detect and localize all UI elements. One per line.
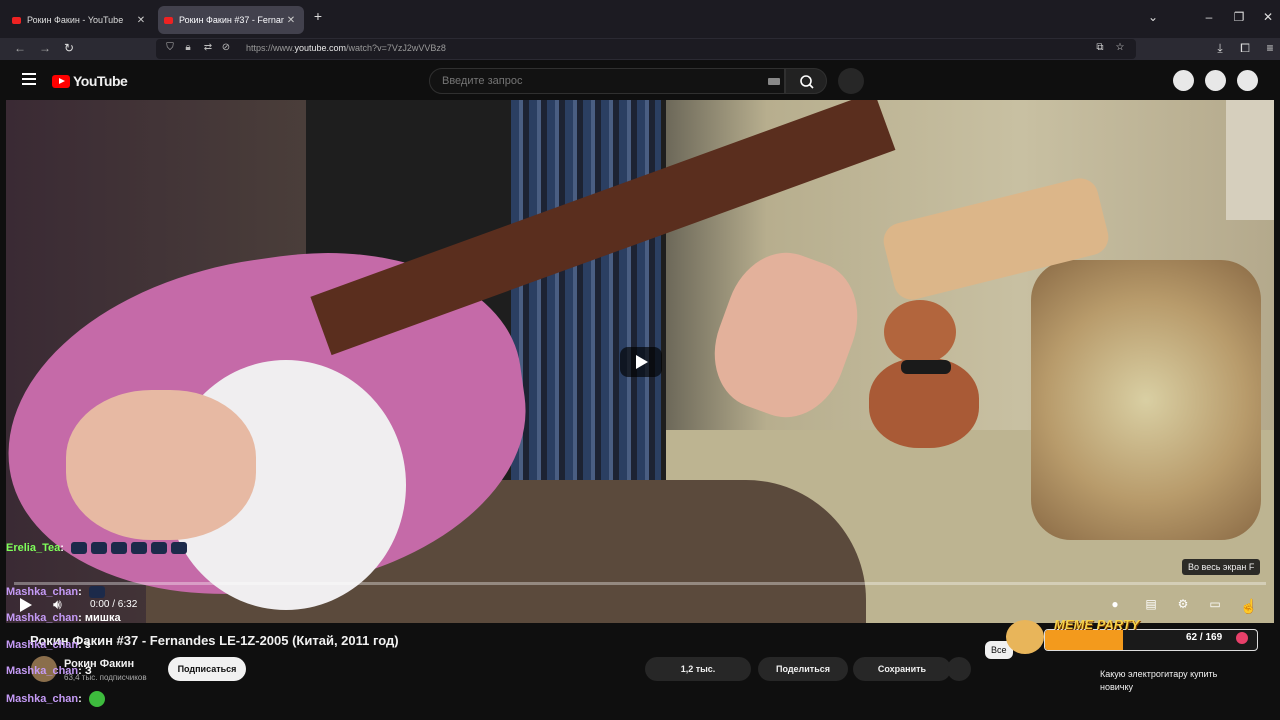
mouse-pointer-icon: ☝ — [1240, 598, 1258, 614]
recommended-video-title[interactable]: Какую электрогитару купить новичку — [1100, 668, 1250, 694]
browser-nav-bar: ← → ↻ ⛉ 🔒︎ ⇄ ⊘ https://www.youtube.com/w… — [0, 38, 1280, 60]
emote-icon — [88, 586, 105, 599]
url-text[interactable]: https://www.youtube.com/watch?v=7VzJ2wVV… — [246, 43, 446, 53]
lock-icon[interactable]: 🔒︎ — [180, 42, 196, 53]
minimize-icon[interactable]: – — [1199, 10, 1219, 24]
reload-icon[interactable]: ↻ — [61, 41, 77, 55]
settings-gear-icon[interactable]: ⚙ — [1174, 597, 1192, 611]
youtube-header: YouTube — [6, 62, 1274, 100]
tab-title: Рокин Факин - YouTube — [27, 15, 124, 25]
picture-in-picture-icon[interactable]: ⧉ — [1092, 42, 1108, 53]
save-button[interactable]: Сохранить — [853, 657, 951, 681]
guitar-emote-icon — [150, 542, 167, 555]
bookmark-star-icon[interactable]: ☆ — [1112, 42, 1128, 53]
address-bar[interactable]: ⛉ 🔒︎ ⇄ ⊘ https://www.youtube.com/watch?v… — [156, 39, 1136, 59]
notifications-icon[interactable] — [1205, 70, 1226, 91]
green-emote-icon — [88, 691, 105, 707]
permissions-icon[interactable]: ⇄ — [200, 42, 216, 53]
volume-icon[interactable]: 🔊︎ — [53, 596, 62, 613]
forward-arrow-icon[interactable]: → — [37, 41, 53, 55]
guitar-emote-icon — [90, 542, 107, 555]
search-box[interactable] — [429, 68, 785, 94]
hamburger-menu-icon[interactable] — [22, 73, 36, 88]
meme-party-widget: MEME PARTY 62 / 169 — [1004, 617, 1258, 656]
create-icon[interactable] — [1173, 70, 1194, 91]
extensions-icon[interactable]: ⧠ — [1237, 41, 1253, 56]
more-actions-button[interactable] — [947, 657, 971, 681]
video-frame-left-hand — [697, 237, 875, 433]
maximize-icon[interactable]: ❐ — [1229, 10, 1249, 24]
subscribe-button[interactable]: Подписаться — [168, 657, 246, 681]
guitar-emote-icon — [130, 542, 147, 555]
chat-message: Mashka_chan: мишка — [6, 612, 121, 624]
download-icon[interactable]: ⤓ — [1212, 41, 1228, 56]
new-tab-icon[interactable]: + — [308, 8, 328, 24]
subtitles-icon[interactable]: ▤ — [1142, 597, 1160, 611]
youtube-play-logo-icon — [52, 74, 70, 88]
guitar-emote-icon — [110, 542, 127, 555]
shield-icon[interactable]: ⛉ — [162, 42, 178, 53]
autoplay-toggle-icon[interactable]: ● — [1106, 597, 1124, 611]
youtube-favicon-icon — [164, 16, 173, 24]
logo-text: YouTube — [73, 73, 128, 89]
chat-message: Mashka_chan: — [6, 691, 105, 707]
search-input[interactable] — [440, 74, 744, 88]
fullscreen-tooltip: Во весь экран F — [1182, 559, 1261, 575]
guitar-emote-icon — [70, 542, 87, 555]
chevron-down-icon[interactable]: ⌄ — [1143, 10, 1163, 24]
keyboard-icon[interactable] — [768, 78, 780, 85]
time-display: 0:00 / 6:32 — [90, 599, 138, 610]
chat-message: Mashka_chan: — [6, 586, 105, 599]
meme-party-progress-bar — [1044, 629, 1258, 651]
meme-party-label: MEME PARTY — [1054, 617, 1140, 632]
play-icon[interactable] — [20, 598, 32, 612]
avatar[interactable] — [1237, 70, 1258, 91]
video-frame-teddy-bear — [851, 300, 996, 460]
browser-tab-video[interactable]: Рокин Факин #37 - Fernandes ✕ — [158, 6, 304, 34]
search-icon — [800, 75, 814, 89]
chat-message: Mashka_chan: з — [6, 639, 91, 651]
video-frame-wall — [1226, 100, 1274, 220]
menu-icon[interactable]: ≡ — [1262, 41, 1278, 55]
search-button[interactable] — [785, 68, 827, 94]
share-button[interactable]: Поделиться — [758, 657, 848, 681]
youtube-favicon-icon — [12, 16, 21, 24]
progress-bar[interactable] — [14, 582, 1266, 585]
meme-party-progress-fill — [1045, 630, 1123, 650]
voice-search-button[interactable] — [838, 68, 864, 94]
close-tab-icon[interactable]: ✕ — [284, 15, 298, 26]
close-window-icon[interactable]: ✕ — [1258, 10, 1278, 24]
video-frame-right-hand — [66, 390, 256, 540]
big-play-button[interactable] — [620, 347, 662, 377]
meme-party-count: 62 / 169 — [1186, 632, 1223, 643]
badge-icon — [1236, 632, 1248, 644]
like-button[interactable]: 1,2 тыс. — [645, 657, 751, 681]
chat-message: Mashka_chan: З — [6, 665, 92, 677]
video-frame-pillow — [1031, 260, 1261, 540]
browser-tab-channel[interactable]: Рокин Факин - YouTube ✕ — [6, 6, 154, 34]
doge-icon — [1006, 620, 1044, 654]
browser-tab-bar: Рокин Факин - YouTube ✕ Рокин Факин #37 … — [0, 0, 1280, 38]
guitar-emote-icon — [170, 542, 187, 555]
tab-title: Рокин Факин #37 - Fernandes — [179, 15, 284, 25]
tracking-icon[interactable]: ⊘ — [218, 42, 234, 53]
theater-mode-icon[interactable]: ▭ — [1206, 597, 1224, 611]
back-arrow-icon[interactable]: ← — [12, 41, 28, 55]
youtube-logo[interactable]: YouTube — [52, 73, 128, 89]
close-tab-icon[interactable]: ✕ — [134, 15, 148, 26]
chat-message: Erelia_Tea: — [6, 542, 187, 555]
